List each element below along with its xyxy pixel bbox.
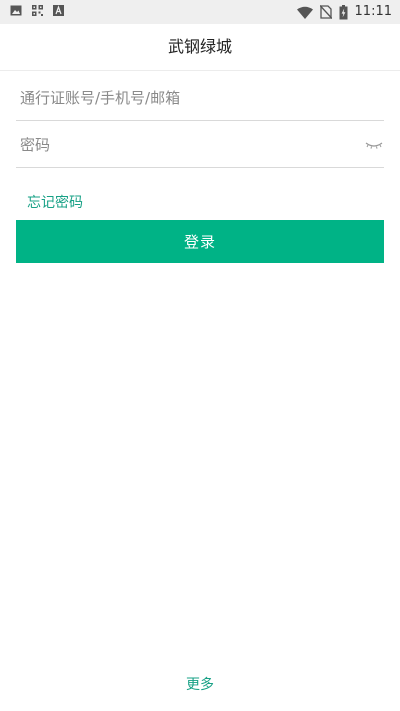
status-bar: 11:11 [0, 0, 400, 24]
account-field [16, 76, 384, 121]
login-button[interactable]: 登录 [16, 220, 384, 263]
password-field [16, 123, 384, 168]
more-link[interactable]: 更多 [186, 677, 214, 693]
text-a-icon [53, 5, 64, 16]
status-time: 11:11 [354, 4, 392, 19]
page-title: 武钢绿城 [167, 37, 232, 56]
password-input[interactable] [20, 123, 350, 167]
account-input[interactable] [20, 76, 350, 120]
qr-code-icon [32, 5, 43, 16]
more-container: 更多 [0, 675, 400, 695]
image-icon [10, 5, 22, 16]
battery-charging-icon [339, 4, 348, 19]
eye-closed-icon[interactable] [364, 137, 384, 153]
wifi-icon [296, 6, 313, 19]
no-sim-icon [319, 5, 332, 19]
forgot-password-link[interactable]: 忘记密码 [27, 193, 83, 213]
title-bar: 武钢绿城 [0, 24, 400, 71]
status-right-icons: 11:11 [296, 3, 392, 21]
status-left-icons [10, 5, 64, 16]
